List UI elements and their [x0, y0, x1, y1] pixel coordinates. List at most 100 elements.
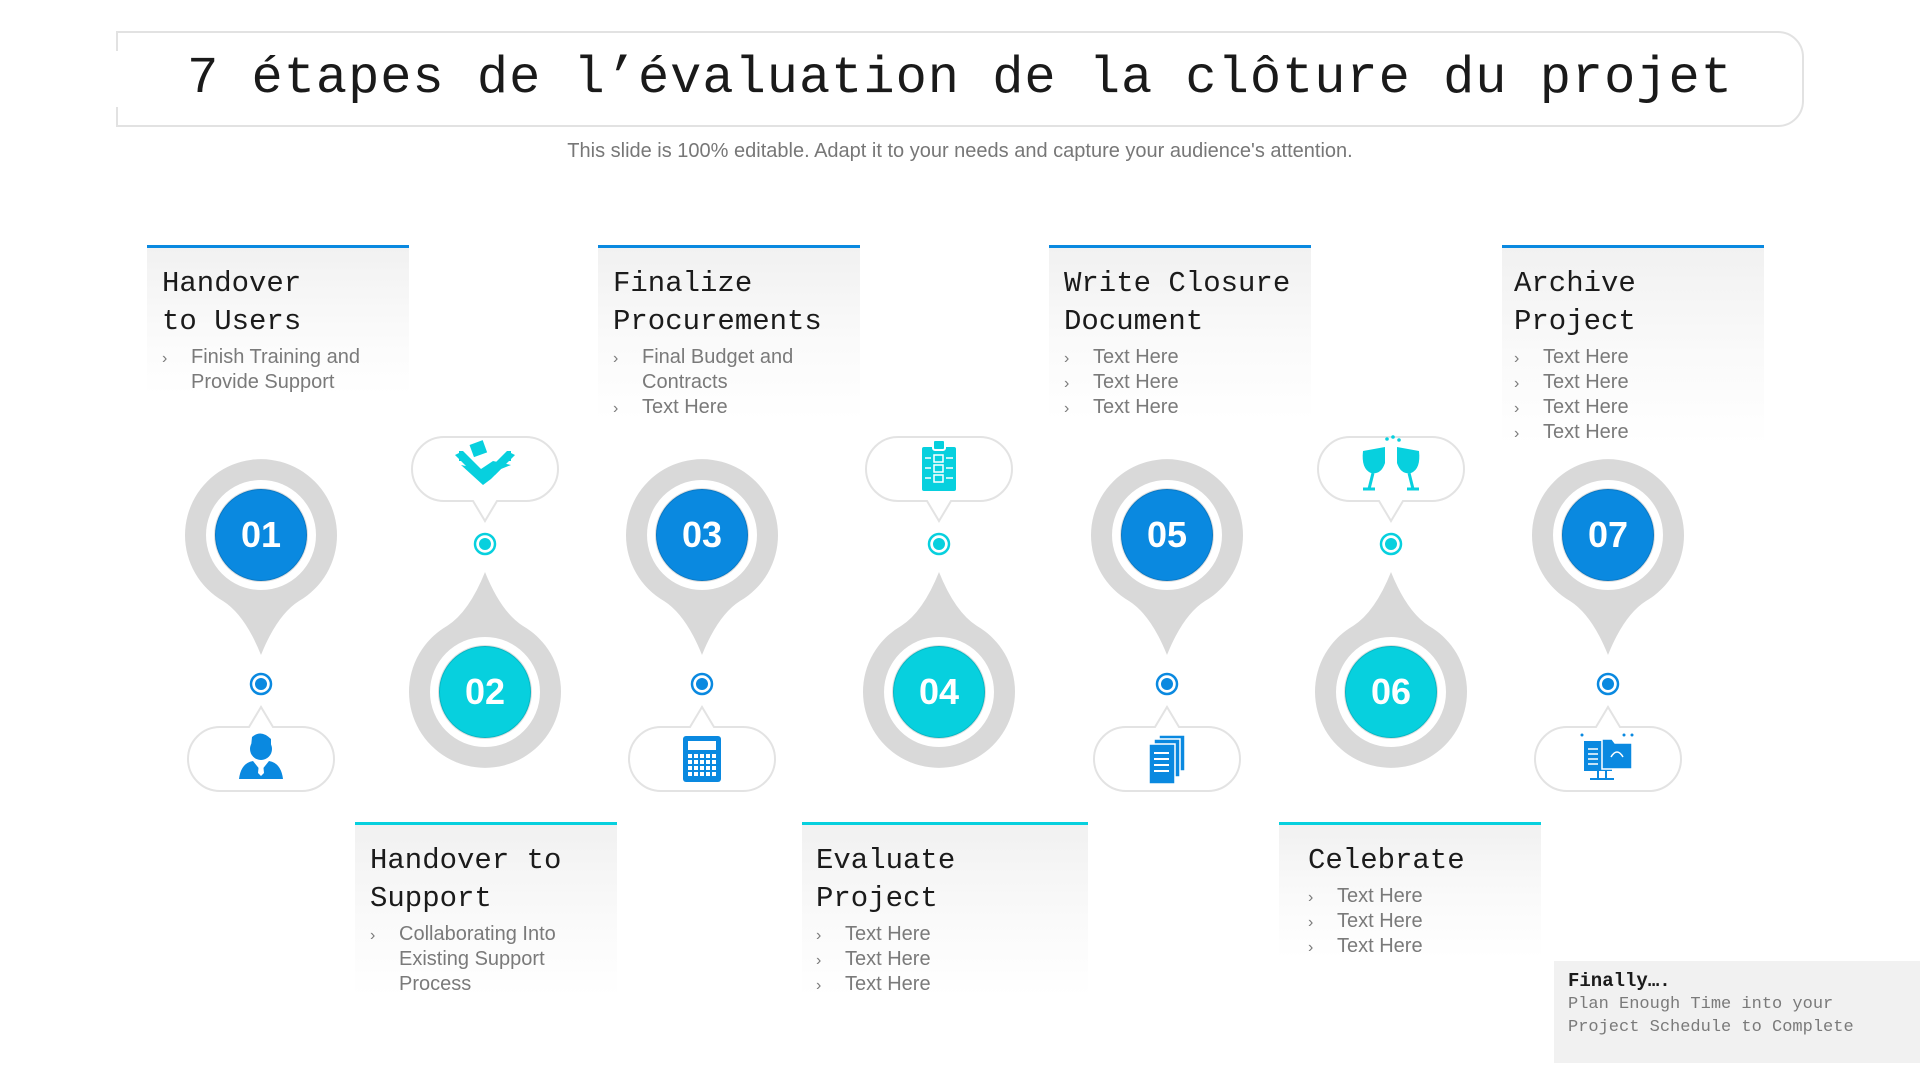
step-bullet: › Text Here	[1064, 395, 1311, 420]
calculator-icon	[683, 736, 721, 782]
step-bullet: › Collaborating Into Existing Support Pro…	[370, 922, 617, 997]
icon-bubble	[865, 436, 1013, 523]
step-bullet: › Text Here	[613, 395, 860, 420]
bullet-text: Text Here	[845, 923, 931, 945]
icon-bubble	[1534, 705, 1682, 792]
chevron-right-icon: ›	[613, 350, 619, 367]
timeline-dot	[473, 532, 497, 556]
bullet-text: Text Here	[1093, 396, 1179, 418]
step-bullet: › Text Here	[1514, 370, 1764, 395]
step-number: 03	[681, 514, 723, 555]
chevron-right-icon: ›	[1514, 400, 1520, 417]
chevron-right-icon: ›	[613, 400, 619, 417]
chevron-right-icon: ›	[816, 927, 822, 944]
step-pin-07	[1531, 459, 1684, 655]
step-card-1: Handover to Users › Finish Training and P…	[147, 245, 409, 395]
step-bullet: › Text Here	[1514, 345, 1764, 370]
step-bullet: › Final Budget and Contracts	[613, 345, 860, 395]
bubble-shape	[1317, 436, 1465, 523]
step-pin-03	[625, 459, 778, 655]
step-title: Celebrate	[1308, 844, 1465, 877]
chevron-right-icon: ›	[162, 350, 168, 367]
step-bullets: › Final Budget and Contracts › Text Here	[613, 345, 860, 420]
bullet-text: Text Here	[1093, 346, 1179, 368]
step-bullets: › Text Here › Text Here › Text Here	[1064, 345, 1311, 420]
step-card-7: Archive Project › Text Here › Text Here › T…	[1502, 245, 1764, 445]
chevron-right-icon: ›	[1514, 350, 1520, 367]
bullet-text: Text Here	[1337, 935, 1423, 957]
bullet-text: Text Here	[642, 396, 728, 418]
timeline-dot	[1596, 672, 1620, 696]
step-card-4: Evaluate Project › Text Here › Text Here ›…	[802, 822, 1088, 997]
bullet-text: Text Here	[1543, 371, 1629, 393]
step-card-5: Write Closure Document › Text Here › Text …	[1049, 245, 1311, 420]
chevron-right-icon: ›	[1514, 375, 1520, 392]
title-box: 7 étapes de l’évaluation de la clôture d…	[116, 31, 1804, 127]
bullet-text: Text Here	[845, 973, 931, 995]
chevron-right-icon: ›	[816, 977, 822, 994]
bullet-text: Text Here	[1337, 885, 1423, 907]
page-subtitle: This slide is 100% editable. Adapt it to…	[567, 140, 1353, 162]
step-bullets: › Text Here › Text Here › Text Here	[1308, 884, 1541, 959]
footer-note: Finally…. Plan Enough Time into your Pro…	[1554, 961, 1920, 1063]
chevron-right-icon: ›	[1308, 889, 1314, 906]
bullet-text: Text Here	[845, 948, 931, 970]
step-number: 01	[240, 514, 282, 555]
footer-note-body: Plan Enough Time into your Project Sched…	[1568, 995, 1854, 1037]
checklist-icon	[922, 439, 956, 491]
step-title: Finalize Procurements	[613, 267, 822, 338]
step-bullets: › Text Here › Text Here › Text Here	[816, 922, 1088, 997]
bullet-text: Text Here	[1337, 910, 1423, 932]
step-pin-05	[1090, 459, 1243, 655]
step-number: 07	[1587, 514, 1629, 555]
bullet-text: Final Budget and Contracts	[642, 346, 794, 393]
step-bullet: › Text Here	[816, 922, 1088, 947]
step-title: Write Closure Document	[1064, 267, 1291, 338]
step-title: Handover to Support	[370, 844, 562, 915]
step-number: 05	[1146, 514, 1188, 555]
chevron-right-icon: ›	[1308, 939, 1314, 956]
chevron-right-icon: ›	[816, 952, 822, 969]
chevron-right-icon: ›	[1064, 350, 1070, 367]
step-bullet: › Text Here	[1308, 909, 1541, 934]
icon-bubble	[1093, 705, 1241, 792]
icon-bubble	[187, 705, 335, 792]
step-bullet: › Text Here	[1308, 884, 1541, 909]
step-bullets: › Collaborating Into Existing Support Pro…	[370, 922, 617, 997]
step-card-2: Handover to Support › Collaborating Into …	[355, 822, 617, 997]
bullet-text: Finish Training and Provide Support	[191, 346, 360, 393]
step-card-6: Celebrate › Text Here › Text Here › Text He…	[1279, 822, 1541, 959]
step-bullet: › Text Here	[816, 947, 1088, 972]
step-number: 06	[1370, 671, 1412, 712]
step-pin-04	[862, 572, 1015, 768]
step-bullet: › Text Here	[1514, 395, 1764, 420]
bullet-text: Text Here	[1093, 371, 1179, 393]
step-pin-01	[184, 459, 337, 655]
chevron-right-icon: ›	[1064, 375, 1070, 392]
step-bullets: › Text Here › Text Here › Text Here › Text H…	[1514, 345, 1764, 445]
step-bullet: › Text Here	[1308, 934, 1541, 959]
chevron-right-icon: ›	[1308, 914, 1314, 931]
icon-bubble	[628, 705, 776, 792]
bullet-text: Text Here	[1543, 346, 1629, 368]
step-number: 04	[918, 671, 960, 712]
step-card-3: Finalize Procurements › Final Budget and …	[598, 245, 860, 420]
bullet-text: Text Here	[1543, 396, 1629, 418]
step-pin-06	[1314, 572, 1467, 768]
icon-bubble	[411, 436, 559, 523]
step-number: 02	[464, 671, 506, 712]
step-bullet: › Finish Training and Provide Support	[162, 345, 409, 395]
chevron-right-icon: ›	[370, 927, 376, 944]
step-title: Evaluate Project	[816, 844, 956, 915]
bullet-text: Collaborating Into Existing Support Proc…	[399, 923, 556, 995]
timeline-dot	[690, 672, 714, 696]
step-title: Handover to Users	[162, 267, 302, 338]
step-title: Archive Project	[1514, 267, 1636, 338]
step-pin-02	[408, 572, 561, 768]
step-bullet: › Text Here	[816, 972, 1088, 997]
page-title: 7 étapes de l’évaluation de la clôture d…	[187, 49, 1733, 108]
footer-note-heading: Finally….	[1568, 970, 1671, 992]
timeline-dot	[1155, 672, 1179, 696]
step-bullet: › Text Here	[1064, 345, 1311, 370]
timeline-dot	[249, 672, 273, 696]
